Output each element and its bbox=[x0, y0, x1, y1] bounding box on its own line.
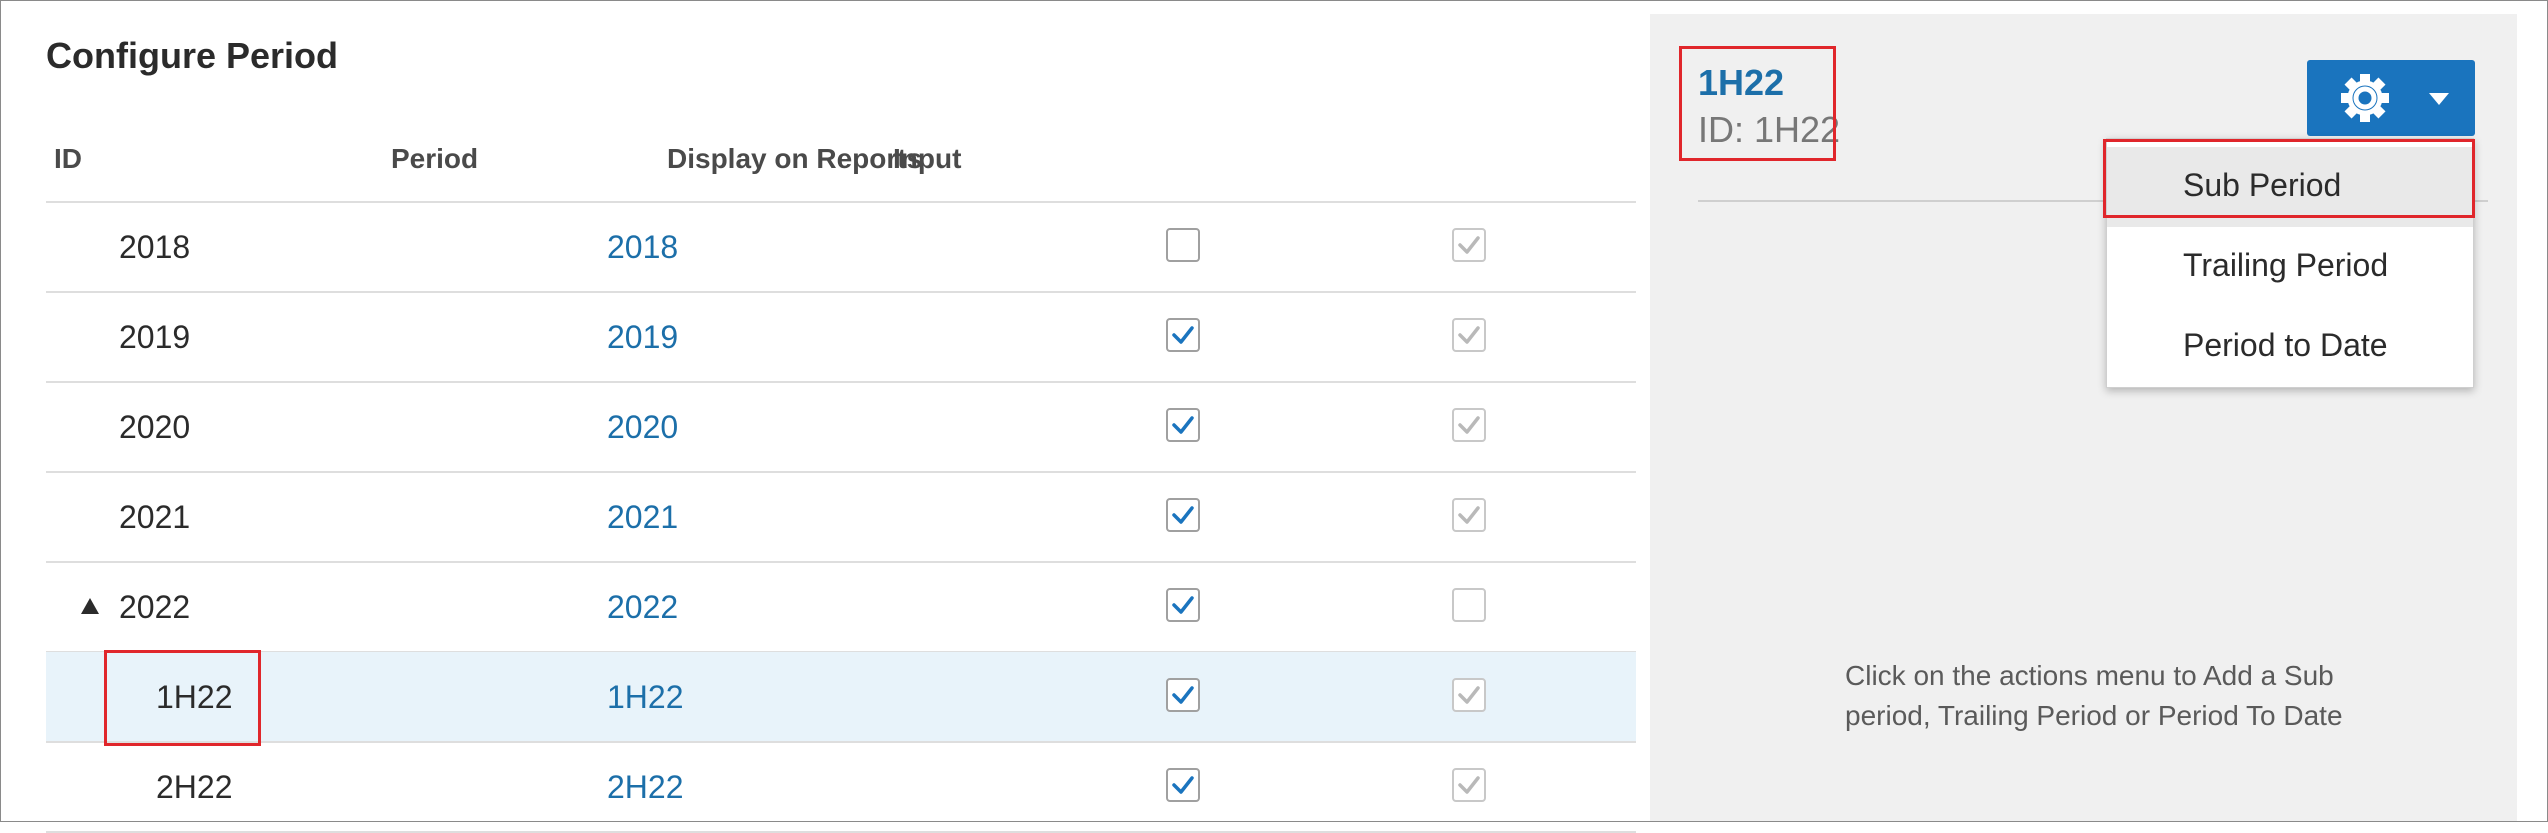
display-on-reports-checkbox[interactable] bbox=[1166, 408, 1200, 442]
table-row[interactable]: 2022 2022 bbox=[46, 562, 1636, 653]
row-period-link[interactable]: 1H22 bbox=[607, 679, 684, 716]
input-checkbox[interactable] bbox=[1452, 318, 1486, 352]
actions-hint-text: Click on the actions menu to Add a Sub p… bbox=[1845, 660, 2343, 731]
table-header: ID Period Display on Reports Input bbox=[46, 131, 1636, 203]
table-row[interactable]: 2018 2018 bbox=[46, 202, 1636, 293]
column-header-display-on-reports: Display on Reports bbox=[667, 143, 923, 174]
row-period-link[interactable]: 2018 bbox=[607, 229, 678, 266]
menu-item-trailing-period[interactable]: Trailing Period bbox=[2107, 227, 2473, 307]
table-row[interactable]: 2019 2019 bbox=[46, 292, 1636, 383]
input-checkbox[interactable] bbox=[1452, 588, 1486, 622]
detail-panel: 1H22 ID: 1H22 Sub Period Trailing Period… bbox=[1650, 14, 2517, 821]
table-row[interactable]: 2H22 2H22 bbox=[46, 742, 1636, 833]
display-on-reports-checkbox[interactable] bbox=[1166, 588, 1200, 622]
input-checkbox[interactable] bbox=[1452, 408, 1486, 442]
row-period-link[interactable]: 2021 bbox=[607, 499, 678, 536]
highlight-box-sub-period bbox=[2103, 139, 2475, 218]
row-id: 2022 bbox=[119, 589, 191, 625]
display-on-reports-checkbox[interactable] bbox=[1166, 768, 1200, 802]
table-row[interactable]: 2021 2021 bbox=[46, 472, 1636, 563]
highlight-box-detail bbox=[1679, 46, 1836, 161]
row-id: 2018 bbox=[119, 229, 191, 265]
gear-icon bbox=[2341, 74, 2389, 122]
display-on-reports-checkbox[interactable] bbox=[1166, 498, 1200, 532]
chevron-down-icon bbox=[2429, 93, 2449, 105]
display-on-reports-checkbox[interactable] bbox=[1166, 678, 1200, 712]
actions-menu-button[interactable] bbox=[2307, 60, 2475, 136]
row-id: 2H22 bbox=[156, 769, 233, 805]
collapse-triangle-icon[interactable] bbox=[81, 598, 99, 614]
display-on-reports-checkbox[interactable] bbox=[1166, 318, 1200, 352]
row-period-link[interactable]: 2H22 bbox=[607, 769, 684, 806]
input-checkbox[interactable] bbox=[1452, 768, 1486, 802]
row-period-link[interactable]: 2022 bbox=[607, 589, 678, 626]
input-checkbox[interactable] bbox=[1452, 228, 1486, 262]
menu-item-period-to-date[interactable]: Period to Date bbox=[2107, 307, 2473, 387]
row-id: 2020 bbox=[119, 409, 191, 445]
input-checkbox[interactable] bbox=[1452, 498, 1486, 532]
row-id: 2021 bbox=[119, 499, 191, 535]
row-id: 2019 bbox=[119, 319, 191, 355]
configure-period-panel: Configure Period ID Period Display on Re… bbox=[1, 1, 1649, 833]
row-period-link[interactable]: 2019 bbox=[607, 319, 678, 356]
column-header-input: Input bbox=[893, 143, 962, 174]
page-title: Configure Period bbox=[46, 35, 339, 76]
table-row[interactable]: 2020 2020 bbox=[46, 382, 1636, 473]
row-period-link[interactable]: 2020 bbox=[607, 409, 678, 446]
column-header-period: Period bbox=[391, 143, 479, 174]
table-row[interactable]: 1H22 1H22 bbox=[46, 652, 1636, 743]
highlight-box-row-id bbox=[104, 650, 261, 746]
input-checkbox[interactable] bbox=[1452, 678, 1486, 712]
column-header-id: ID bbox=[54, 143, 82, 174]
display-on-reports-checkbox[interactable] bbox=[1166, 228, 1200, 262]
